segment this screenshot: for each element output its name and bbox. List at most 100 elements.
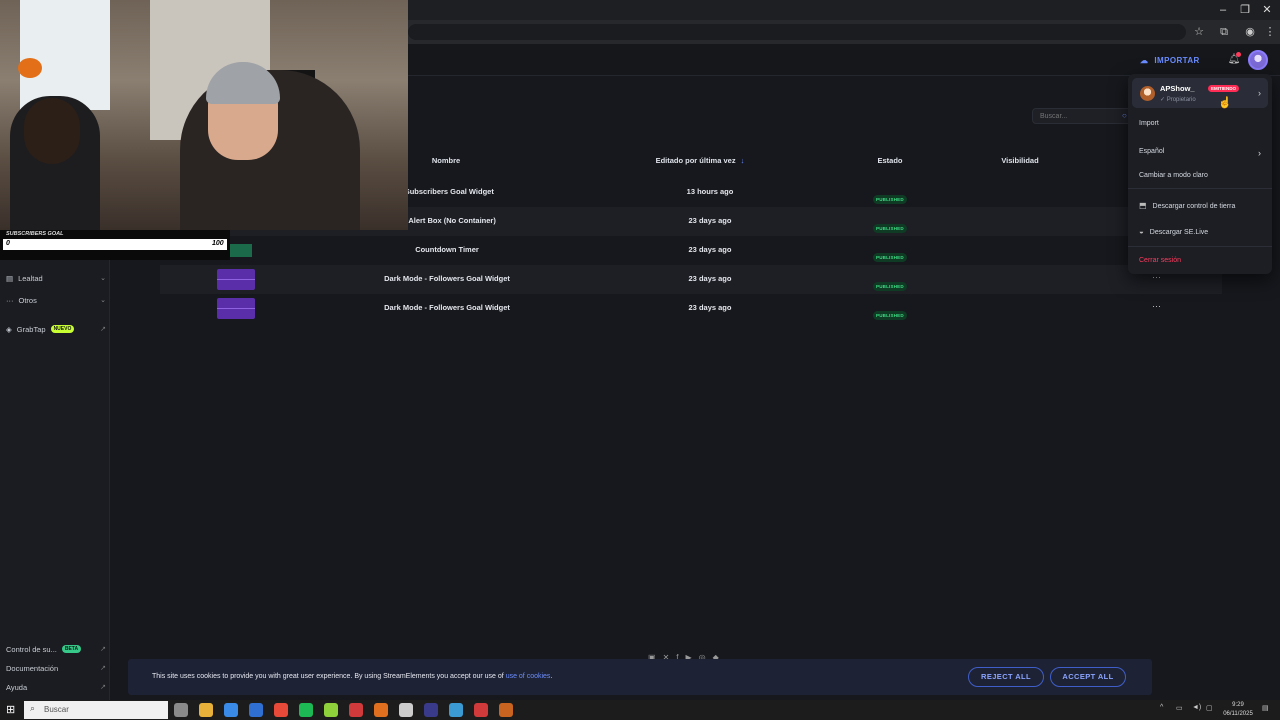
webcam-window <box>20 0 110 110</box>
menu-item-download-live-label: Descargar SE.Live <box>1149 229 1209 236</box>
avatar[interactable] <box>1248 50 1268 70</box>
menu-item-download-ground[interactable]: ⬒ Descargar control de tierra <box>1139 201 1235 210</box>
taskbar-app-icon[interactable] <box>399 703 413 717</box>
table-row[interactable]: Dark Mode - Followers Goal Widget 23 day… <box>160 265 1222 294</box>
sidebar-item-label: Ayuda <box>6 682 28 692</box>
chevron-down-icon: ⌄ <box>100 297 106 304</box>
accept-all-button[interactable]: ACCEPT ALL <box>1050 667 1126 687</box>
display-icon[interactable]: ▢ <box>1206 704 1213 712</box>
person-left-head <box>24 98 80 164</box>
maximize-button[interactable]: ❐ <box>1234 2 1256 18</box>
import-button[interactable]: ☁ IMPORTAR <box>1140 52 1200 68</box>
windows-start-icon[interactable]: ⊞ <box>6 703 15 716</box>
taskbar-search[interactable]: Buscar <box>24 701 168 719</box>
notification-dot <box>1236 52 1241 57</box>
cookie-message: This site uses cookies to provide you wi… <box>152 673 506 680</box>
taskbar-app-icon[interactable] <box>199 703 213 717</box>
address-bar[interactable] <box>408 24 1186 40</box>
taskbar-app-icon[interactable] <box>424 703 438 717</box>
taskbar-app-icon[interactable] <box>499 703 513 717</box>
clock-date[interactable]: 06/11/2025 <box>1218 711 1258 717</box>
search-icon[interactable]: ○ <box>1122 111 1127 120</box>
status-badge-text: PUBLISHED <box>873 311 907 320</box>
sidebar-item-label: Otros <box>18 295 37 305</box>
network-icon[interactable]: ▭ <box>1176 704 1183 712</box>
sidebar-item-docs[interactable]: Documentación ↗ <box>6 660 106 676</box>
sidebar-item-label: Documentación <box>6 663 59 673</box>
row-edited: 23 days ago <box>688 274 732 283</box>
clock-time[interactable]: 9:29 <box>1218 702 1258 708</box>
menu-item-download-ground-label: Descargar control de tierra <box>1152 203 1236 210</box>
profile-icon[interactable]: ◉ <box>1242 24 1258 40</box>
cookie-banner: This site uses cookies to provide you wi… <box>128 659 1152 695</box>
minimize-button[interactable]: – <box>1212 2 1234 18</box>
goal-min: 0 <box>6 240 10 247</box>
notifications-icon[interactable]: ▤ <box>1262 704 1269 712</box>
menu-username: APShow_ <box>1160 84 1195 93</box>
sidebar-item-others[interactable]: ··· Otros ⌄ <box>6 292 106 308</box>
menu-item-language[interactable]: Español › <box>1139 148 1261 158</box>
cookie-text: This site uses cookies to provide you wi… <box>152 673 552 680</box>
row-name[interactable]: Dark Mode - Followers Goal Widget <box>362 303 532 312</box>
taskbar-app-icon[interactable] <box>274 703 288 717</box>
menu-divider <box>1128 246 1272 247</box>
row-edited: 23 days ago <box>688 245 732 254</box>
column-header-status[interactable]: Estado <box>860 156 920 170</box>
live-badge: EMITIENDO <box>1208 85 1240 92</box>
row-name[interactable]: Dark Mode - Followers Goal Widget <box>362 274 532 283</box>
more-options-icon[interactable]: ··· <box>1152 301 1161 311</box>
sort-arrow-icon: ↓ <box>740 156 745 165</box>
taskbar-app-icon[interactable] <box>474 703 488 717</box>
puzzle-icon[interactable]: ⧉ <box>1216 24 1232 40</box>
import-label: IMPORTAR <box>1154 55 1200 65</box>
table-row[interactable]: Countdown Timer 23 days ago PUBLISHED <box>160 236 1222 265</box>
row-thumbnail <box>230 244 252 257</box>
volume-icon[interactable]: ◄) <box>1192 704 1201 711</box>
column-header-edited[interactable]: Editado por última vez ↓ <box>645 156 755 170</box>
menu-item-language-label: Español <box>1139 148 1165 155</box>
taskbar-app-icon[interactable] <box>374 703 388 717</box>
grabtap-icon: ◈ <box>6 324 12 334</box>
status-badge-text: PUBLISHED <box>873 253 907 262</box>
sidebar-item-label: GrabTap <box>16 324 46 334</box>
close-window-button[interactable]: ✕ <box>1256 2 1278 18</box>
more-icon: ··· <box>6 295 14 305</box>
tray-chevron-icon[interactable]: ^ <box>1160 704 1163 711</box>
status-badge: PUBLISHED <box>873 217 907 235</box>
logout-button[interactable]: Cerrar sesión <box>1139 257 1181 264</box>
taskbar-app-icon[interactable] <box>174 703 188 717</box>
taskbar: ⊞ Buscar ⌕ ^ ▭ ◄) ▢ 9:29 06/11/2025 ▤ <box>0 700 1280 720</box>
webcam-overlay <box>0 0 408 230</box>
subscriber-goal-overlay: SUBSCRIBERS GOAL 0 100 <box>0 230 230 260</box>
menu-item-theme[interactable]: Cambiar a modo claro <box>1139 172 1208 179</box>
column-header-visibility[interactable]: Visibilidad <box>990 156 1050 170</box>
external-link-icon: ↗ <box>100 326 106 333</box>
reject-all-button[interactable]: REJECT ALL <box>968 667 1044 687</box>
menu-role-label: Propietario <box>1166 97 1196 103</box>
taskbar-app-icon[interactable] <box>324 703 338 717</box>
menu-user-card[interactable]: APShow_ ✓ Propietario EMITIENDO › <box>1132 78 1268 108</box>
taskbar-app-icon[interactable] <box>349 703 363 717</box>
download-icon: ⬒ <box>1139 201 1147 210</box>
sidebar-item-control[interactable]: Control de su... BETA ↗ <box>6 641 106 657</box>
sidebar-item-help[interactable]: Ayuda ↗ <box>6 679 106 695</box>
table-row[interactable]: Dark Mode - Followers Goal Widget 23 day… <box>160 294 1222 323</box>
menu-item-download-live[interactable]: ◒ Descargar SE.Live <box>1139 227 1208 236</box>
taskbar-app-icon[interactable] <box>224 703 238 717</box>
avatar <box>1140 86 1155 101</box>
cookie-policy-link[interactable]: use of cookies <box>506 673 551 680</box>
search-input[interactable] <box>1032 108 1132 124</box>
menu-item-import[interactable]: Import <box>1139 120 1159 127</box>
taskbar-app-icon[interactable] <box>299 703 313 717</box>
sidebar-item-loyalty[interactable]: ▤ Lealtad ⌄ <box>6 270 106 286</box>
row-name[interactable]: Countdown Timer <box>382 245 512 254</box>
taskbar-app-icon[interactable] <box>449 703 463 717</box>
chevron-down-icon: ⌄ <box>100 275 106 282</box>
star-icon[interactable]: ☆ <box>1191 24 1207 40</box>
taskbar-app-icon[interactable] <box>249 703 263 717</box>
goal-progress-bar <box>3 239 227 250</box>
sidebar-item-grabtap[interactable]: ◈ GrabTap NUEVO ↗ <box>6 321 106 337</box>
kebab-icon[interactable]: ⋮ <box>1262 24 1278 40</box>
loyalty-icon: ▤ <box>6 273 14 283</box>
new-badge: NUEVO <box>50 325 75 333</box>
